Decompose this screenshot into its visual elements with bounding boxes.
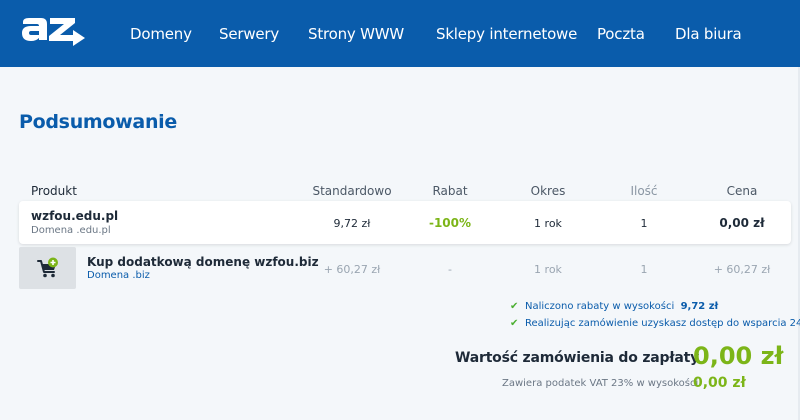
check-icon: ✔ <box>510 318 519 329</box>
column-header-product: Produkt <box>31 184 77 198</box>
column-header-period: Okres <box>530 184 566 198</box>
discount-note: ✔ Naliczono rabaty w wysokości 9,72 zł <box>510 301 718 312</box>
column-header-discount: Rabat <box>432 184 468 198</box>
page-title: Podsumowanie <box>19 111 177 133</box>
total-value: 0,00 zł <box>693 342 784 370</box>
nav-serwery[interactable]: Serwery <box>219 25 279 43</box>
nav-sklepy-internetowe[interactable]: Sklepy internetowe <box>436 25 577 43</box>
top-navigation-bar: Domeny Serwery Strony WWW Sklepy interne… <box>0 0 800 67</box>
upsell-price-value: + 60,27 zł <box>713 263 771 276</box>
discount-note-amount: 9,72 zł <box>680 301 719 312</box>
upsell-period-value: 1 rok <box>534 263 562 276</box>
nav-poczta[interactable]: Poczta <box>597 25 645 43</box>
nav-dla-biura[interactable]: Dla biura <box>675 25 742 43</box>
column-header-price: Cena <box>726 184 758 198</box>
upsell-quantity-value: 1 <box>640 263 648 276</box>
column-header-standard: Standardowo <box>312 184 392 198</box>
upsell-product-type[interactable]: Domena .biz <box>87 270 150 281</box>
vat-value: 0,00 zł <box>693 375 746 391</box>
upsell-standard-price: + 60,27 zł <box>323 263 381 276</box>
total-label: Wartość zamówienia do zapłaty <box>455 350 700 366</box>
upsell-product-name[interactable]: Kup dodatkową domenę wzfou.biz <box>87 255 319 269</box>
vat-label: Zawiera podatek VAT 23% w wysokości <box>502 378 699 389</box>
column-header-quantity: Ilość <box>630 184 658 198</box>
nav-strony-www[interactable]: Strony WWW <box>308 25 404 43</box>
standard-price: 9,72 zł <box>333 217 371 230</box>
cart-plus-icon <box>37 257 58 278</box>
support-note: ✔ Realizując zamówienie uzyskasz dostęp d… <box>510 318 800 329</box>
az-logo[interactable] <box>19 14 87 50</box>
quantity-value: 1 <box>640 217 648 230</box>
period-value: 1 rok <box>534 217 562 230</box>
upsell-discount-value: - <box>448 263 452 276</box>
check-icon: ✔ <box>510 301 519 312</box>
product-name: wzfou.edu.pl <box>31 209 119 223</box>
discount-note-text: Naliczono rabaty w wysokości <box>525 301 675 312</box>
product-type: Domena .edu.pl <box>31 225 111 236</box>
price-value: 0,00 zł <box>719 216 765 230</box>
discount-value: -100% <box>428 216 472 230</box>
support-note-text: Realizując zamówienie uzyskasz dostęp do… <box>525 318 800 329</box>
nav-domeny[interactable]: Domeny <box>130 25 192 43</box>
